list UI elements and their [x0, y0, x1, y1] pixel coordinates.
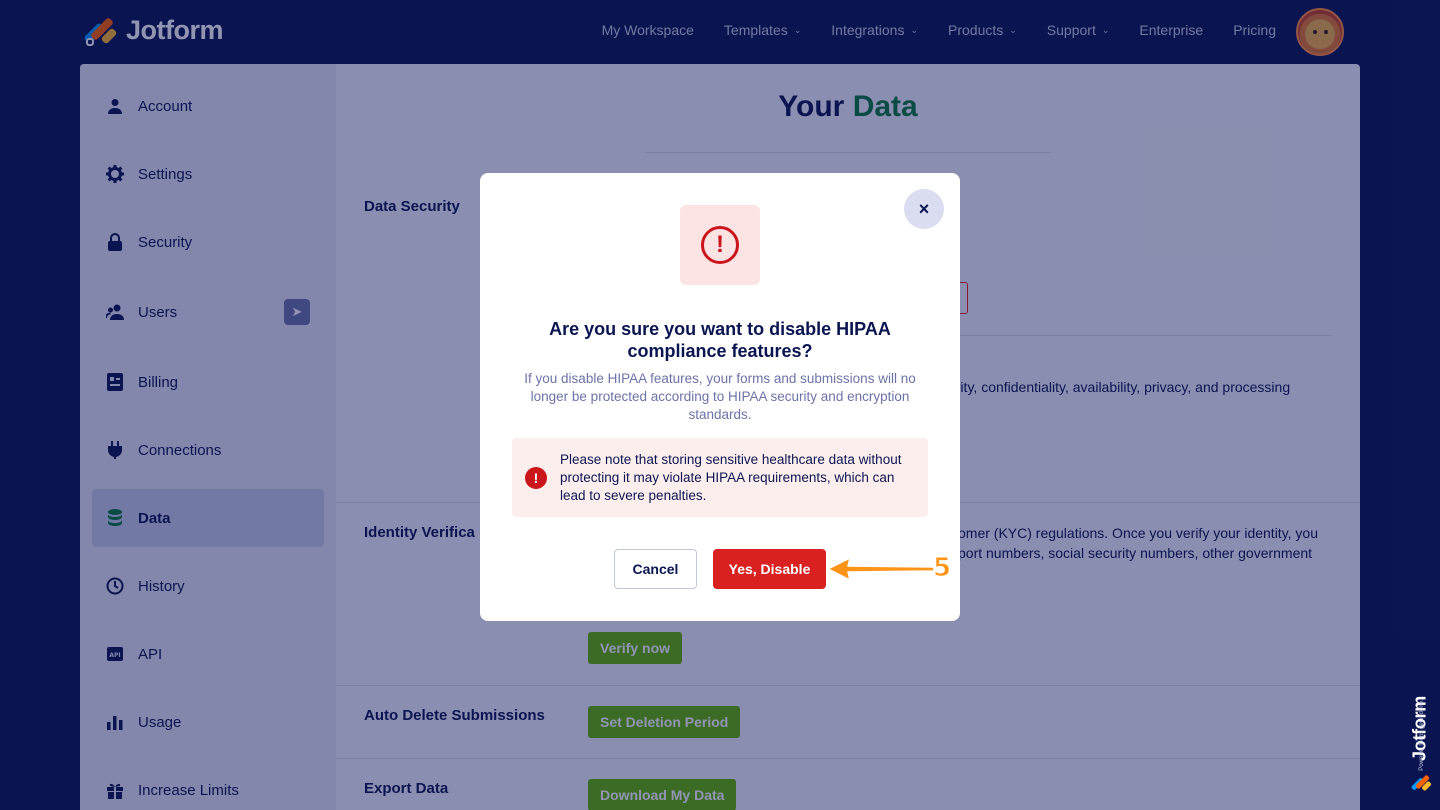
jotform-watermark: Jotform Powerful forms get it done.: [1404, 686, 1438, 792]
annotation-step-number: 5: [932, 553, 952, 584]
cancel-button[interactable]: Cancel: [614, 549, 697, 589]
warning-text: Please note that storing sensitive healt…: [560, 452, 902, 503]
warning-icon: !: [525, 467, 547, 489]
disable-hipaa-dialog: × ! Are you sure you want to disable HIP…: [480, 173, 960, 621]
watermark-tagline: Powerful forms get it done.: [1419, 699, 1425, 771]
warning-callout: ! Please note that storing sensitive hea…: [512, 438, 928, 517]
jotform-logo-icon: [1410, 774, 1432, 792]
yes-disable-button[interactable]: Yes, Disable: [713, 549, 826, 589]
close-icon[interactable]: ×: [904, 189, 944, 229]
exclamation-icon: !: [701, 226, 739, 264]
alert-icon-container: !: [680, 205, 760, 285]
dialog-title: Are you sure you want to disable HIPAA c…: [549, 319, 891, 361]
annotation-arrow-icon: [827, 557, 935, 581]
dialog-description: If you disable HIPAA features, your form…: [524, 371, 916, 422]
